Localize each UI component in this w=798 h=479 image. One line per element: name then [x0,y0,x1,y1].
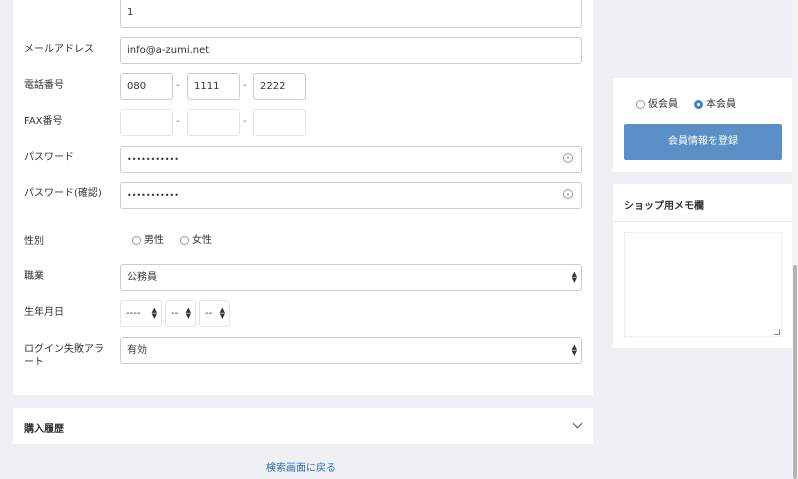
show-password-icon[interactable] [563,153,573,163]
select-arrows-icon: ▲ ▼ [219,306,225,320]
radio-icon [636,99,645,109]
gender-radio-female[interactable]: 女性 [180,231,212,246]
job-label: 職業 [24,271,44,282]
phone-value-1: 080 [127,81,147,92]
radio-icon [180,235,189,245]
purchase-history-title: 購入履歴 [24,424,64,435]
fax-field-1[interactable] [120,109,173,136]
radio-icon [132,235,141,245]
chevron-down-icon[interactable] [572,418,583,429]
back-to-search-link[interactable]: 検索画面に戻る [266,459,336,474]
resize-handle-icon[interactable] [774,329,780,335]
radio-selected-icon [694,99,703,109]
fax-field-2[interactable] [187,109,240,136]
phone-field-2[interactable]: 1111 [187,73,240,100]
birth-year-value: ---- [126,308,141,319]
show-password-confirm-icon[interactable] [563,189,573,199]
top-input[interactable]: 1 [120,0,582,28]
birth-month-select[interactable]: -- ▲ ▼ [165,300,196,327]
fax-label: FAX番号 [24,116,63,127]
fax-separator-1: - [176,116,180,127]
email-value: info@a-zumi.net [127,45,210,56]
login-alert-value: 有効 [127,345,147,356]
birth-day-select[interactable]: -- ▲ ▼ [199,300,230,327]
job-select[interactable]: 公務員 ▲ ▼ [120,264,582,291]
phone-separator-1: - [176,80,180,91]
birth-month-value: -- [171,308,179,319]
status-provisional-label: 仮会員 [648,99,678,110]
login-alert-select[interactable]: 有効 ▲ ▼ [120,337,582,364]
select-arrows-icon: ▲ ▼ [571,270,577,284]
status-radio-provisional[interactable]: 仮会員 [636,95,678,110]
phone-field-1[interactable]: 080 [120,73,173,100]
password-field[interactable]: ••••••••••• [120,146,582,173]
phone-value-3: 2222 [260,81,286,92]
shop-memo-title: ショップ用メモ欄 [624,201,704,212]
phone-value-2: 1111 [194,81,220,92]
register-member-button[interactable]: 会員情報を登録 [624,124,782,160]
gender-radio-male[interactable]: 男性 [132,231,164,246]
select-arrows-icon: ▲ ▼ [185,306,191,320]
status-regular-label: 本会員 [706,99,736,110]
password-confirm-label: パスワード(確認) [24,188,102,199]
password-confirm-value: ••••••••••• [127,191,179,200]
phone-field-3[interactable]: 2222 [253,73,306,100]
phone-separator-2: - [243,80,247,91]
memo-divider [613,221,792,222]
select-arrows-icon: ▲ ▼ [571,343,577,357]
birthday-label: 生年月日 [24,307,64,318]
gender-female-label: 女性 [192,235,212,246]
top-input-value: 1 [127,7,134,18]
shop-memo-card: ショップ用メモ欄 [613,184,792,348]
job-value: 公務員 [127,272,157,283]
birth-day-value: -- [205,308,213,319]
gender-label: 性別 [24,236,44,247]
fax-field-3[interactable] [253,109,306,136]
shop-memo-textarea[interactable] [624,232,782,337]
login-alert-label: ログイン失敗アラート [24,344,104,368]
phone-label: 電話番号 [24,80,64,91]
email-field[interactable]: info@a-zumi.net [120,37,582,64]
select-arrows-icon: ▲ ▼ [151,306,157,320]
password-value: ••••••••••• [127,155,179,164]
page-scrollbar-thumb[interactable] [793,265,797,479]
birth-year-select[interactable]: ---- ▲ ▼ [120,300,162,327]
page-scrollbar[interactable] [792,0,798,479]
password-label: パスワード [24,152,74,163]
fax-separator-2: - [243,116,247,127]
purchase-history-card[interactable]: 購入履歴 [13,408,593,444]
email-label: メールアドレス [24,44,94,55]
register-member-button-label: 会員情報を登録 [668,136,738,147]
password-confirm-field[interactable]: ••••••••••• [120,182,582,209]
gender-male-label: 男性 [144,235,164,246]
status-radio-regular[interactable]: 本会員 [694,95,736,110]
